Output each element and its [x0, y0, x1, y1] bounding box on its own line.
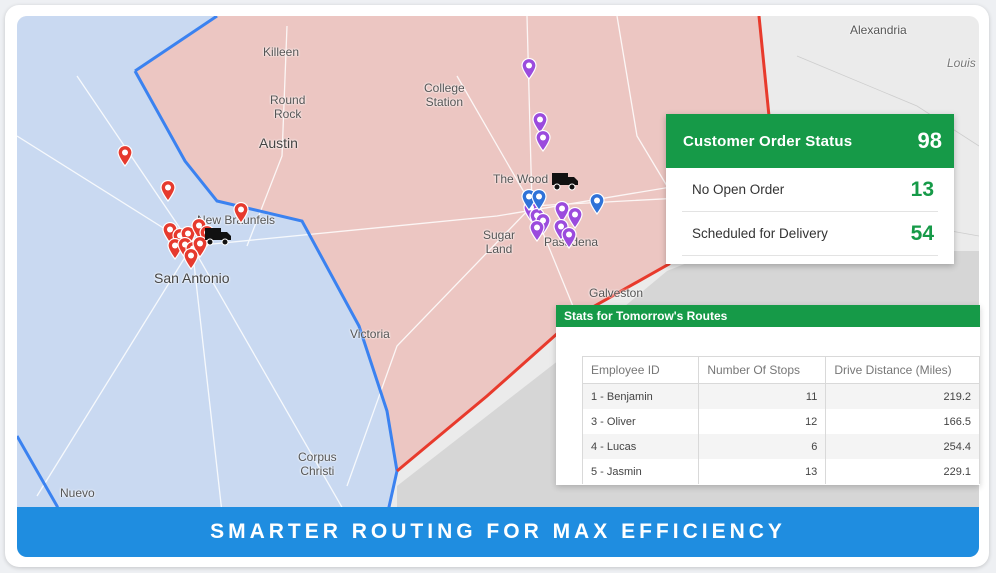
- cell-stops: 11: [698, 383, 827, 409]
- status-row-label: No Open Order: [692, 182, 785, 197]
- table-row[interactable]: 1 - Benjamin 11 219.2: [581, 383, 980, 409]
- map-pin-icon[interactable]: [183, 247, 199, 270]
- cell-distance: 254.4: [825, 434, 980, 459]
- map-pin-icon[interactable]: [529, 219, 545, 242]
- map-pin-icon[interactable]: [535, 129, 551, 152]
- label-nuevo: Nuevo: [60, 486, 95, 500]
- label-killeen: Killeen: [263, 45, 300, 59]
- label-sugar-land: Sugar Land: [483, 228, 516, 256]
- label-college-station: College Station: [424, 81, 465, 109]
- cell-distance: 229.1: [825, 459, 980, 484]
- map-pin-icon[interactable]: [531, 188, 547, 211]
- map-pin-icon[interactable]: [160, 179, 176, 202]
- status-row-value: 13: [910, 177, 934, 201]
- label-san-antonio: San Antonio: [154, 270, 230, 286]
- label-round-rock: Round Rock: [270, 93, 306, 121]
- column-header-drive-distance[interactable]: Drive Distance (Miles): [825, 356, 980, 384]
- column-header-number-of-stops[interactable]: Number Of Stops: [698, 356, 827, 384]
- map-pin-icon[interactable]: [567, 206, 583, 229]
- delivery-truck-icon[interactable]: [205, 226, 231, 246]
- cell-employee: 3 - Oliver: [581, 409, 700, 434]
- cell-stops: 12: [698, 409, 827, 434]
- label-louis: Louis: [947, 56, 976, 70]
- route-stats-title: Stats for Tomorrow's Routes: [556, 305, 980, 327]
- cell-stops: 13: [698, 459, 827, 484]
- label-austin: Austin: [259, 135, 298, 151]
- status-row-value: 54: [910, 221, 934, 245]
- map-pin-icon[interactable]: [561, 226, 577, 249]
- label-alexandria: Alexandria: [850, 23, 907, 37]
- cell-employee: 5 - Jasmin: [581, 459, 700, 484]
- label-victoria: Victoria: [350, 327, 390, 341]
- cell-employee: 4 - Lucas: [581, 434, 700, 459]
- delivery-truck-icon[interactable]: [552, 171, 578, 191]
- route-stats-table: Employee ID Number Of Stops Drive Distan…: [581, 356, 980, 484]
- table-row[interactable]: 3 - Oliver 12 166.5: [581, 409, 980, 434]
- status-row-label: Scheduled for Delivery: [692, 226, 828, 241]
- status-row-no-open-order[interactable]: No Open Order 13: [682, 168, 938, 212]
- map-pin-icon[interactable]: [117, 144, 133, 167]
- status-row-scheduled-for-delivery[interactable]: Scheduled for Delivery 54: [682, 212, 938, 256]
- label-the-woodlands: The Wood: [493, 172, 549, 186]
- label-galveston: Galveston: [589, 286, 644, 300]
- headline-banner: SMARTER ROUTING FOR MAX EFFICIENCY: [17, 507, 979, 557]
- customer-order-status-card: Customer Order Status 98 No Open Order 1…: [666, 114, 954, 264]
- cell-employee: 1 - Benjamin: [581, 383, 700, 409]
- table-row[interactable]: 5 - Jasmin 13 229.1: [581, 459, 980, 484]
- column-header-employee-id[interactable]: Employee ID: [581, 356, 700, 384]
- order-status-header: Customer Order Status 98: [666, 114, 954, 168]
- order-status-total: 98: [917, 128, 942, 153]
- cell-distance: 166.5: [825, 409, 980, 434]
- map-pin-icon[interactable]: [521, 57, 537, 80]
- cell-stops: 6: [698, 434, 827, 459]
- label-corpus-christi: Corpus Christi: [298, 450, 337, 478]
- table-header-row: Employee ID Number Of Stops Drive Distan…: [581, 356, 980, 384]
- cell-distance: 219.2: [825, 383, 980, 409]
- order-status-title: Customer Order Status: [683, 132, 853, 150]
- table-row[interactable]: 4 - Lucas 6 254.4: [581, 434, 980, 459]
- map-pin-icon[interactable]: [233, 201, 249, 224]
- map-pin-icon[interactable]: [589, 192, 605, 215]
- route-stats-card: Stats for Tomorrow's Routes Employee ID …: [556, 305, 980, 485]
